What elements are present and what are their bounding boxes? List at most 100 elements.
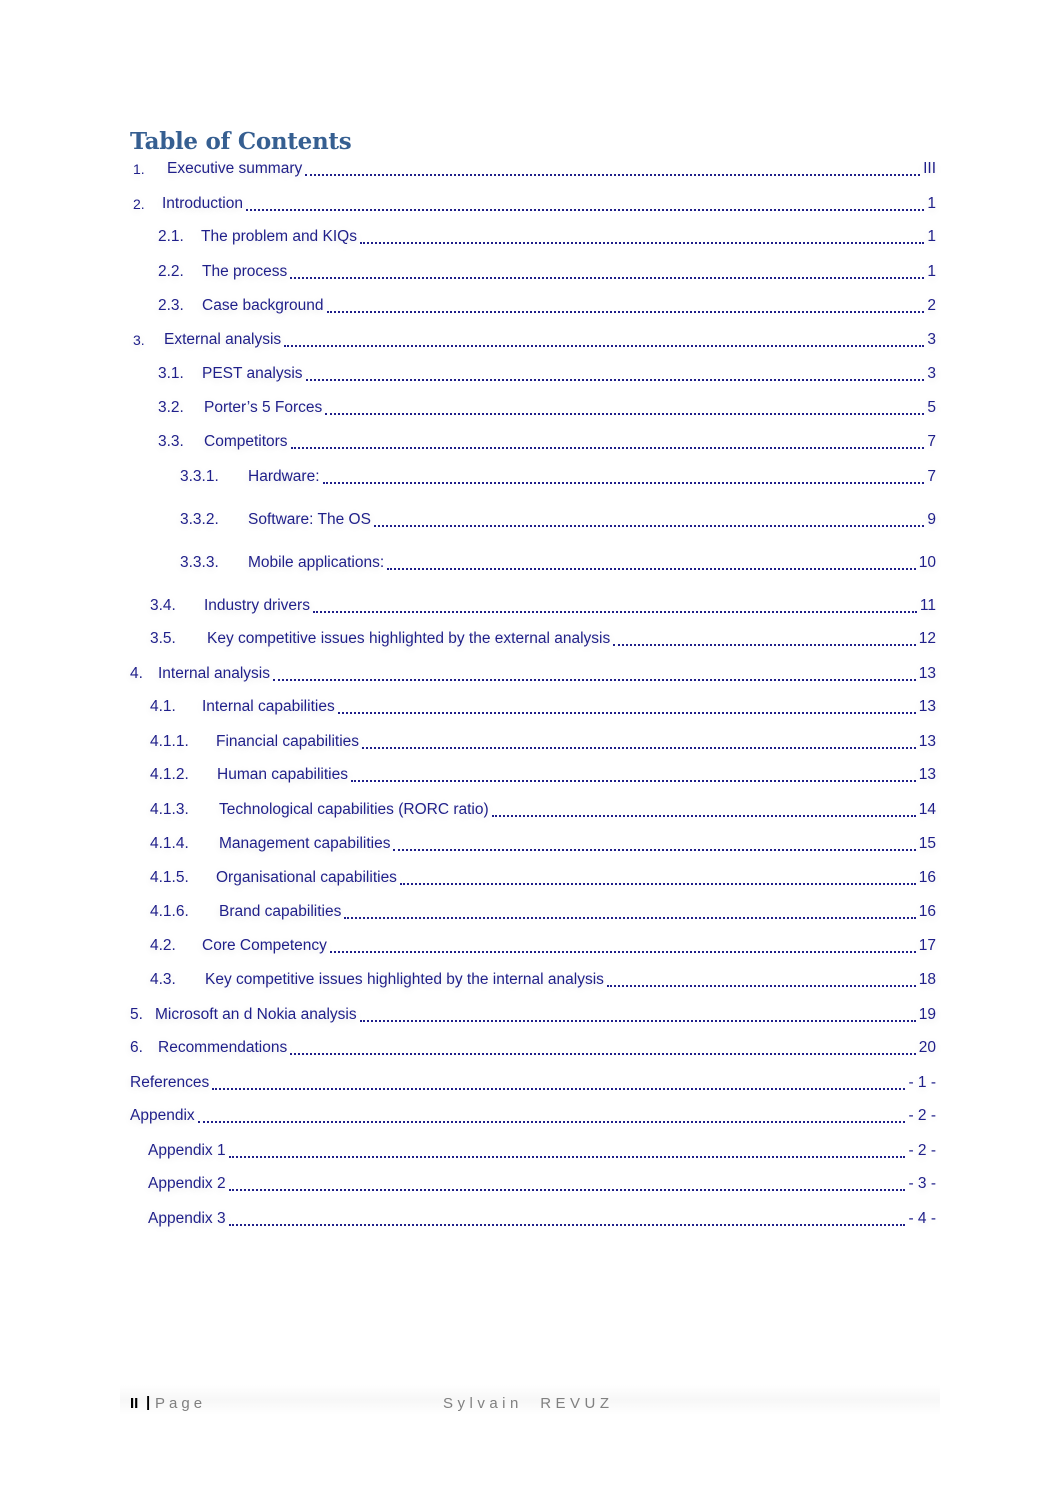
toc-entry-label[interactable]: Internal capabilities: [202, 697, 335, 717]
toc-entry-page-number[interactable]: - 4 -: [908, 1209, 936, 1229]
toc-entry[interactable]: 3.3.1. Hardware: 7: [180, 465, 936, 487]
footer-author: Sylvain REVUZ: [443, 1395, 614, 1412]
toc-entry-label[interactable]: Executive summary: [167, 159, 302, 179]
toc-entry-label[interactable]: Case background: [202, 296, 324, 316]
toc-entry-label[interactable]: Introduction: [162, 194, 243, 214]
toc-entry-label[interactable]: The process: [202, 262, 287, 282]
toc-entry-label[interactable]: Internal analysis: [158, 664, 270, 684]
toc-entry[interactable]: 4.1.5. Organisational capabilities 16: [150, 866, 936, 888]
toc-entry-label[interactable]: Brand capabilities: [219, 902, 341, 922]
toc-entry-page-number[interactable]: 13: [919, 732, 936, 752]
toc-entry-number: 4.2.: [150, 937, 176, 954]
toc-entry[interactable]: 4.1.1. Financial capabilities 13: [150, 730, 936, 752]
toc-entry[interactable]: Appendix 3 - 4 -: [148, 1207, 936, 1229]
toc-entry-label[interactable]: Technological capabilities (RORC ratio): [219, 800, 489, 820]
toc-entry[interactable]: 3.3.2. Software: The OS 9: [180, 508, 936, 530]
toc-entry[interactable]: Appendix 1 - 2 -: [148, 1139, 936, 1161]
toc-entry-page-number[interactable]: 16: [919, 868, 936, 888]
dot-leader: [322, 469, 925, 487]
toc-entry-page-number[interactable]: 12: [919, 629, 936, 649]
toc-entry-label[interactable]: Human capabilities: [217, 765, 348, 785]
toc-entry-label[interactable]: Key competitive issues highlighted by th…: [207, 629, 610, 649]
toc-entry-page-number[interactable]: 19: [919, 1005, 936, 1025]
toc-entry-label[interactable]: Core Competency: [202, 936, 327, 956]
toc-entry-page-number[interactable]: 15: [919, 834, 936, 854]
toc-entry-label[interactable]: Organisational capabilities: [216, 868, 397, 888]
toc-entry-label[interactable]: Hardware:: [248, 467, 320, 487]
toc-entry[interactable]: 4.1.6. Brand capabilities 16: [150, 900, 936, 922]
toc-entry-number: 3.3.3.: [180, 554, 219, 571]
toc-entry-label[interactable]: Appendix 1: [148, 1141, 226, 1161]
toc-entry-page-number[interactable]: 11: [920, 596, 936, 616]
toc-entry-label[interactable]: PEST analysis: [202, 364, 303, 384]
toc-entry[interactable]: 3.1. PEST analysis 3: [158, 362, 936, 384]
toc-entry-page-number[interactable]: - 2 -: [908, 1141, 936, 1161]
toc-entry[interactable]: 4. Internal analysis 13: [130, 662, 936, 684]
toc-entry-label[interactable]: Appendix 3: [148, 1209, 226, 1229]
toc-entry-label[interactable]: Software: The OS: [248, 510, 371, 530]
toc-entry[interactable]: 3. External analysis 3: [133, 328, 936, 350]
toc-entry-page-number[interactable]: 7: [927, 467, 936, 487]
toc-entry[interactable]: 3.2. Porter’s 5 Forces 5: [158, 396, 936, 418]
toc-entry-label[interactable]: Management capabilities: [219, 834, 390, 854]
toc-entry[interactable]: Appendix - 2 -: [130, 1104, 936, 1126]
toc-entry-number: 2.: [133, 196, 145, 212]
toc-entry[interactable]: 2.3. Case background 2: [158, 294, 936, 316]
toc-entry-page-number[interactable]: 13: [919, 765, 936, 785]
toc-entry-page-number[interactable]: 1: [927, 194, 936, 214]
toc-entry-page-number[interactable]: - 2 -: [908, 1106, 936, 1126]
toc-entry-page-number[interactable]: 10: [919, 553, 936, 573]
toc-entry-page-number[interactable]: - 1 -: [908, 1073, 936, 1093]
toc-entry[interactable]: 3.5. Key competitive issues highlighted b…: [150, 627, 936, 649]
toc-entry-page-number[interactable]: 16: [919, 902, 936, 922]
toc-entry[interactable]: 4.2. Core Competency 17: [150, 934, 936, 956]
toc-entry-page-number[interactable]: 14: [919, 800, 936, 820]
toc-entry[interactable]: 2. Introduction 1: [133, 192, 936, 214]
toc-entry-page-number[interactable]: III: [923, 159, 936, 179]
toc-entry-label[interactable]: The problem and KIQs: [201, 227, 357, 247]
toc-entry[interactable]: 2.1. The problem and KIQs 1: [158, 225, 936, 247]
toc-entry-page-number[interactable]: 17: [919, 936, 936, 956]
toc-entry-label[interactable]: Industry drivers: [204, 596, 310, 616]
toc-entry[interactable]: Appendix 2 - 3 -: [148, 1172, 936, 1194]
toc-entry-label[interactable]: Microsoft an d Nokia analysis: [155, 1005, 357, 1025]
toc-entry[interactable]: 4.1.3. Technological capabilities (RORC r…: [150, 798, 936, 820]
toc-entry-label[interactable]: References: [130, 1073, 209, 1093]
dot-leader: [212, 1075, 906, 1093]
toc-entry[interactable]: 5. Microsoft an d Nokia analysis 19: [130, 1003, 936, 1025]
toc-entry[interactable]: 3.3.3. Mobile applications: 10: [180, 551, 936, 573]
toc-entry-page-number[interactable]: 9: [927, 510, 936, 530]
toc-entry-label[interactable]: Recommendations: [158, 1038, 287, 1058]
toc-entry-page-number[interactable]: 7: [927, 432, 936, 452]
toc-entry-label[interactable]: Appendix: [130, 1106, 195, 1126]
toc-entry-label[interactable]: Appendix 2: [148, 1174, 226, 1194]
toc-entry[interactable]: 2.2. The process 1: [158, 260, 936, 282]
toc-entry-page-number[interactable]: 18: [919, 970, 936, 990]
toc-entry-page-number[interactable]: 20: [919, 1038, 936, 1058]
toc-entry[interactable]: 4.3. Key competitive issues highlighted b…: [150, 968, 936, 990]
toc-entry-label[interactable]: Porter’s 5 Forces: [204, 398, 322, 418]
toc-entry-label[interactable]: External analysis: [164, 330, 281, 350]
toc-entry-page-number[interactable]: 2: [927, 296, 936, 316]
toc-entry-label[interactable]: Key competitive issues highlighted by th…: [205, 970, 604, 990]
toc-entry-label[interactable]: Competitors: [204, 432, 288, 452]
toc-entry-page-number[interactable]: 3: [927, 364, 936, 384]
toc-entry[interactable]: 1. Executive summary III: [133, 157, 936, 179]
toc-entry[interactable]: 4.1. Internal capabilities 13: [150, 695, 936, 717]
toc-entry-page-number[interactable]: 13: [919, 664, 936, 684]
toc-entry-page-number[interactable]: - 3 -: [908, 1174, 936, 1194]
toc-entry-page-number[interactable]: 5: [927, 398, 936, 418]
toc-entry-page-number[interactable]: 13: [919, 697, 936, 717]
toc-entry[interactable]: 4.1.2. Human capabilities 13: [150, 763, 936, 785]
toc-entry-label[interactable]: Financial capabilities: [216, 732, 359, 752]
toc-entry-page-number[interactable]: 1: [927, 262, 936, 282]
toc-entry[interactable]: 3.4. Industry drivers 11: [150, 594, 936, 616]
toc-entry-label[interactable]: Mobile applications:: [248, 553, 384, 573]
toc-entry-page-number[interactable]: 1: [927, 227, 936, 247]
toc-entry-page-number[interactable]: 3: [927, 330, 936, 350]
toc-entry[interactable]: 3.3. Competitors 7: [158, 430, 936, 452]
toc-entry[interactable]: References - 1 -: [130, 1071, 936, 1093]
dot-leader: [399, 870, 916, 888]
toc-entry[interactable]: 6. Recommendations 20: [130, 1036, 936, 1058]
toc-entry[interactable]: 4.1.4. Management capabilities 15: [150, 832, 936, 854]
